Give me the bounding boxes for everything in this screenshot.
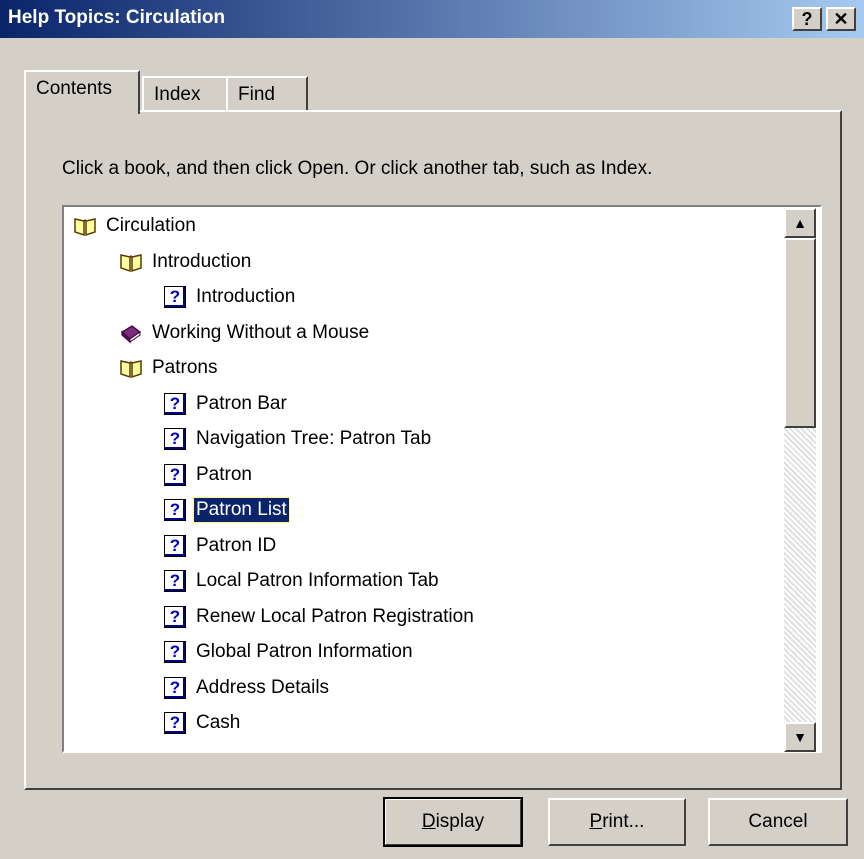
help-page-icon: ? (164, 641, 186, 663)
tree-item[interactable]: ? Introduction (164, 282, 297, 312)
tree-scrollbar[interactable]: ▲ ▼ (784, 208, 816, 752)
help-page-icon: ? (164, 499, 186, 521)
tree-item-label: Cash (196, 712, 241, 733)
tree-item-label: Introduction (152, 250, 252, 272)
closed-book-icon (120, 322, 142, 344)
help-page-icon: ? (164, 463, 186, 486)
help-page-icon: ? (164, 676, 186, 699)
tree-item[interactable]: ? Cash (164, 708, 242, 738)
tree-item-label: Patron ID (196, 534, 277, 556)
tree-item-label: Circulation (106, 215, 196, 236)
help-page-icon: ? (164, 428, 186, 450)
tree-item[interactable]: ? Patron ID (164, 531, 278, 561)
tree-item[interactable]: Patrons (120, 353, 219, 383)
scroll-up-button[interactable]: ▲ (784, 208, 816, 238)
tree-item[interactable]: ? Renew Local Patron Registration (164, 602, 476, 632)
tree-item-label: Introduction (196, 286, 296, 307)
cancel-button[interactable]: Cancel (708, 798, 848, 846)
help-button[interactable]: ? (792, 7, 822, 31)
tree-item-label: Working Without a Mouse (152, 321, 370, 343)
help-page-icon: ? (164, 712, 186, 734)
tree-item[interactable]: Working Without a Mouse (120, 318, 371, 348)
tree-item-label: Patron Bar (196, 392, 287, 414)
print-button[interactable]: Print... (548, 798, 686, 846)
tree-item-label: Renew Local Patron Registration (196, 605, 474, 627)
tree-item-label: Patrons (152, 357, 218, 378)
tree-item[interactable]: Introduction (120, 247, 253, 277)
tree-item[interactable]: ? Patron (164, 460, 254, 490)
tree-item[interactable]: ? Patron List (164, 495, 290, 525)
tree-item[interactable]: ? Local Patron Information Tab (164, 566, 441, 596)
tree-item-label: Address Details (196, 676, 330, 698)
tree-item-label: Local Patron Information Tab (196, 570, 439, 591)
tree-item[interactable]: Circulation (74, 211, 198, 241)
help-page-icon: ? (164, 534, 186, 557)
contents-tree[interactable]: Circulation Introduction? Introduction Work… (62, 205, 822, 753)
tree-item-label: Navigation Tree: Patron Tab (196, 428, 432, 449)
tree-item[interactable]: ? Navigation Tree: Patron Tab (164, 424, 433, 454)
tree-item[interactable]: ? Address Details (164, 673, 331, 703)
help-page-icon: ? (164, 605, 186, 628)
help-topics-dialog: Help Topics: Circulation ? ✕ Contents In… (0, 0, 864, 859)
help-page-icon: ? (164, 570, 186, 592)
help-page-icon: ? (164, 392, 186, 415)
tree-item[interactable]: ? Global Patron Information (164, 637, 415, 667)
tab-find[interactable]: Find (226, 76, 308, 112)
tree-item-label: Global Patron Information (196, 641, 413, 662)
tab-contents[interactable]: Contents (24, 70, 140, 114)
tree-item-label: Patron (196, 463, 252, 485)
help-page-icon: ? (164, 286, 186, 308)
open-book-icon (120, 251, 142, 273)
close-button[interactable]: ✕ (826, 7, 856, 31)
tab-index[interactable]: Index (142, 76, 228, 112)
tree-item-label: Patron List (193, 497, 290, 523)
window-title: Help Topics: Circulation (8, 7, 226, 28)
tree-item[interactable]: ? Patron Bar (164, 389, 289, 419)
scroll-down-button[interactable]: ▼ (784, 722, 816, 752)
display-button[interactable]: Display (383, 797, 523, 847)
instruction-text: Click a book, and then click Open. Or cl… (62, 158, 653, 179)
open-book-icon (74, 215, 96, 237)
title-bar[interactable]: Help Topics: Circulation ? ✕ (0, 0, 864, 38)
scroll-thumb[interactable] (784, 238, 816, 428)
open-book-icon (120, 357, 142, 379)
